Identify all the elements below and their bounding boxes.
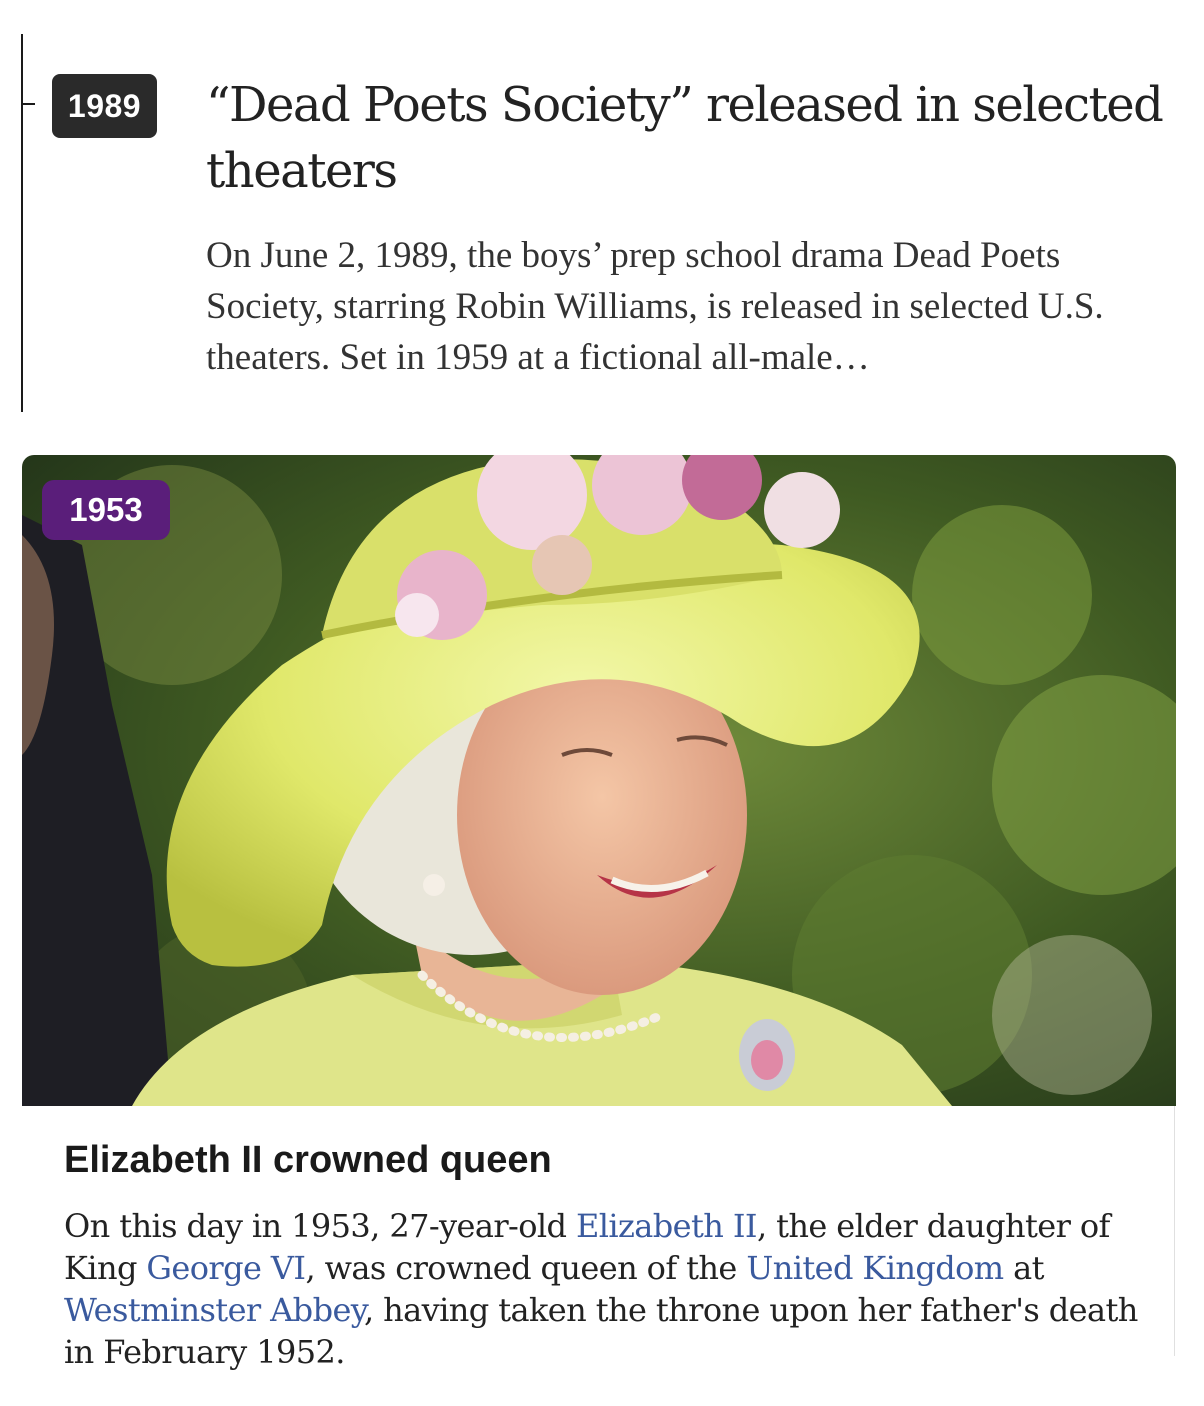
card-title[interactable]: Elizabeth II crowned queen bbox=[64, 1137, 552, 1183]
year-badge-1989: 1989 bbox=[52, 74, 157, 138]
queen-elizabeth-photo bbox=[22, 455, 1176, 1106]
timeline-tick bbox=[21, 103, 35, 105]
text-segment: On this day in 1953, 27-year-old bbox=[64, 1207, 577, 1245]
text-segment: at bbox=[1003, 1249, 1044, 1287]
link-george-vi[interactable]: George VI bbox=[146, 1249, 306, 1287]
year-badge-1953: 1953 bbox=[42, 480, 170, 540]
article-title-dead-poets-society[interactable]: “Dead Poets Society” released in selecte… bbox=[206, 72, 1166, 204]
link-westminster-abbey[interactable]: Westminster Abbey bbox=[64, 1291, 365, 1329]
timeline-line bbox=[21, 34, 23, 412]
card-description: On this day in 1953, 27-year-old Elizabe… bbox=[64, 1205, 1144, 1373]
text-segment: , was crowned queen of the bbox=[305, 1249, 747, 1287]
link-elizabeth-ii[interactable]: Elizabeth II bbox=[576, 1207, 758, 1245]
card-border bbox=[1174, 1106, 1175, 1356]
article-summary: On June 2, 1989, the boys’ prep school d… bbox=[206, 235, 1104, 378]
event-card-elizabeth-ii[interactable]: 1953 Elizabeth II crowned queen On this … bbox=[22, 455, 1176, 1406]
link-united-kingdom[interactable]: United Kingdom bbox=[746, 1249, 1004, 1287]
